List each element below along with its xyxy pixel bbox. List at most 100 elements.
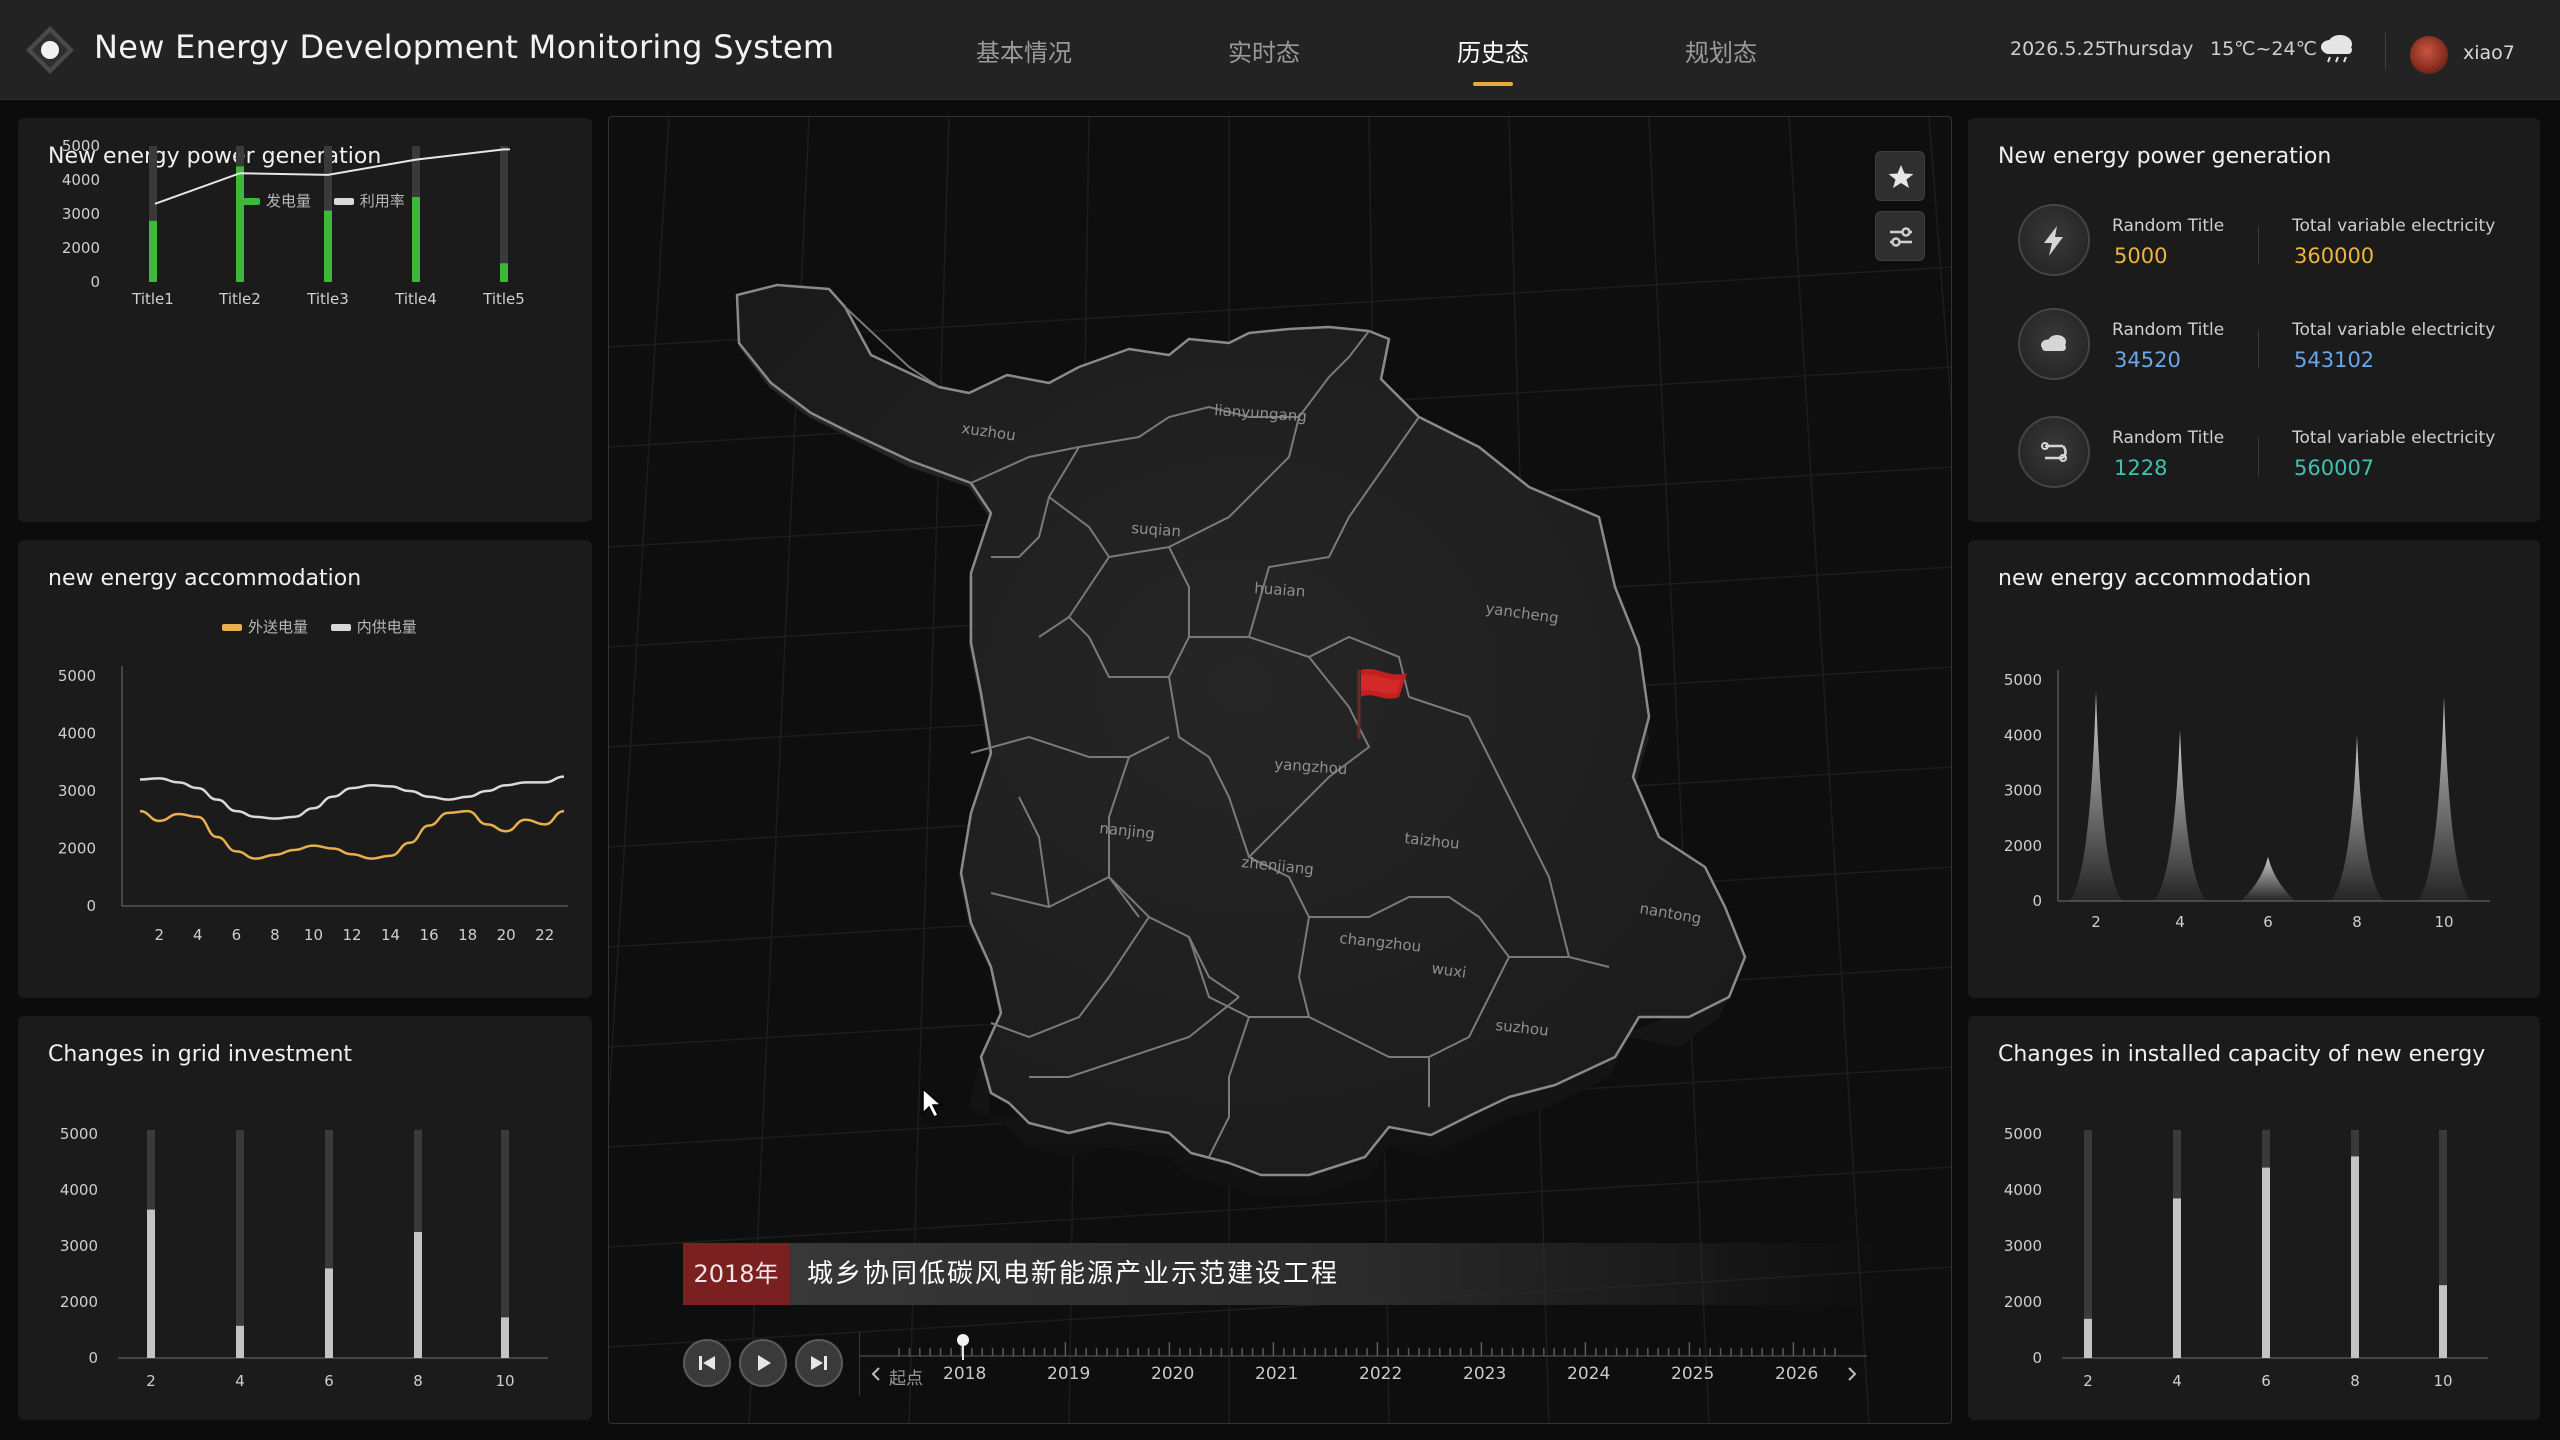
tab-basic-info[interactable]: 基本情况 <box>976 33 1072 68</box>
y-tick-label: 4000 <box>58 725 96 743</box>
series-line <box>154 148 510 205</box>
y-tick-label: 5000 <box>58 667 96 685</box>
tab-history-label: 历史态 <box>1457 39 1529 67</box>
x-tick-label: 10 <box>495 1372 514 1390</box>
x-tick-label: 2 <box>2091 913 2101 931</box>
user-avatar[interactable] <box>2410 36 2448 74</box>
stat-icon-3 <box>2018 416 2090 488</box>
active-tab-indicator <box>1473 82 1513 86</box>
stat-total-label: Total variable electricity <box>2292 320 2496 340</box>
timeline-year[interactable]: 2018 <box>943 1364 986 1384</box>
x-tick-label: 10 <box>2433 1372 2452 1390</box>
x-tick-label: 8 <box>413 1372 423 1390</box>
x-tick-label: Title2 <box>218 290 261 308</box>
y-axis: 0 2000 3000 4000 5000 <box>62 137 100 291</box>
timeline-year[interactable]: 2022 <box>1359 1364 1402 1384</box>
city-label: suqian <box>1131 519 1182 540</box>
y-tick-label: 5000 <box>60 1125 98 1143</box>
y-tick-label: 3000 <box>58 782 96 800</box>
bar <box>236 1325 244 1358</box>
stat-total-value: 543102 <box>2294 348 2375 372</box>
spike-mark <box>2069 691 2123 901</box>
timeline-year[interactable]: 2019 <box>1047 1364 1090 1384</box>
x-tick-label: 8 <box>2352 913 2362 931</box>
timeline[interactable]: 起点 2018 2019 2020 2021 2022 2023 2024 20… <box>859 1332 1867 1396</box>
timeline-year[interactable]: 2023 <box>1463 1364 1506 1384</box>
x-tick-label: 12 <box>342 926 361 944</box>
bar <box>325 1268 333 1358</box>
app-title: New Energy Development Monitoring System <box>94 28 835 66</box>
timeline-year[interactable]: 2024 <box>1567 1364 1610 1384</box>
header-divider <box>2385 33 2386 69</box>
x-tick-label: 20 <box>497 926 516 944</box>
x-tick-label: 22 <box>535 926 554 944</box>
tab-history[interactable]: 历史态 <box>1457 33 1529 86</box>
bar <box>147 1209 155 1358</box>
spike-mark <box>2330 735 2384 901</box>
y-tick-label: 0 <box>88 1349 98 1367</box>
stat-icon-1 <box>2018 204 2090 276</box>
x-tick-label: 4 <box>2175 913 2185 931</box>
panel-power-generation-right: New energy power generation Random Title… <box>1968 118 2540 522</box>
tab-realtime[interactable]: 实时态 <box>1228 33 1300 68</box>
bar-track <box>236 1130 244 1358</box>
bar <box>414 1232 422 1358</box>
panel-accommodation-right: new energy accommodation 0 2000 3000 4000 50… <box>1968 540 2540 998</box>
x-tick-label: 4 <box>235 1372 245 1390</box>
stat-divider <box>2258 226 2259 264</box>
x-tick-label: 4 <box>193 926 203 944</box>
tab-planning[interactable]: 规划态 <box>1685 33 1757 68</box>
timeline-year[interactable]: 2020 <box>1151 1364 1194 1384</box>
y-tick-label: 5000 <box>2004 1125 2042 1143</box>
stat-value: 5000 <box>2114 244 2168 268</box>
username[interactable]: xiao7 <box>2463 42 2515 64</box>
bars: Title1 Title2 Title3 Title4 Title5 <box>131 146 525 308</box>
skip-forward-button[interactable] <box>795 1339 843 1387</box>
bar <box>2262 1167 2270 1358</box>
timeline-year[interactable]: 2021 <box>1255 1364 1298 1384</box>
play-button[interactable] <box>739 1339 787 1387</box>
x-tick-label: 14 <box>381 926 400 944</box>
series-line <box>139 775 565 820</box>
accommodation-line-chart: 0 2000 3000 4000 5000 2 4 6 8 10 12 14 16 18 20 22 <box>58 666 568 944</box>
stat-total-label: Total variable electricity <box>2292 428 2496 448</box>
filter-button[interactable] <box>1875 211 1925 261</box>
y-tick-label: 3000 <box>2004 782 2042 800</box>
city-label: huaian <box>1254 579 1306 601</box>
x-tick-label: 4 <box>2172 1372 2182 1390</box>
panel-grid-investment: Changes in grid investment 0 2000 3000 4000… <box>18 1016 592 1420</box>
panel-power-generation-left: New energy power generation 发电量 利用率 0 200… <box>18 118 592 522</box>
timeline-start-label[interactable]: 起点 <box>889 1364 923 1389</box>
x-tick-label: 6 <box>324 1372 334 1390</box>
y-tick-label: 4000 <box>2004 726 2042 744</box>
stat-label: Random Title <box>2112 320 2225 340</box>
favorite-button[interactable] <box>1875 151 1925 201</box>
y-tick-label: 2000 <box>62 239 100 257</box>
bar <box>2084 1318 2092 1358</box>
bar <box>500 263 508 282</box>
y-axis: 0 2000 3000 4000 5000 <box>2004 1125 2042 1367</box>
y-axis: 0 2000 3000 4000 5000 <box>2004 671 2042 910</box>
map-canvas[interactable]: xuzhou lianyungang suqian huaian yanchen… <box>609 117 1952 1424</box>
banner-project-title: 城乡协同低碳风电新能源产业示范建设工程 <box>807 1259 1340 1289</box>
timeline-year[interactable]: 2026 <box>1775 1364 1818 1384</box>
bar <box>501 1317 509 1358</box>
x-tick-label: 6 <box>232 926 242 944</box>
transfer-icon <box>2041 442 2067 462</box>
accommodation-spike-chart: 0 2000 3000 4000 5000 2 4 6 8 10 <box>2004 670 2490 931</box>
skip-back-icon <box>699 1356 715 1370</box>
x-tick-label: 10 <box>2434 913 2453 931</box>
y-tick-label: 0 <box>86 897 96 915</box>
y-tick-label: 2000 <box>58 840 96 858</box>
bar <box>412 197 420 282</box>
y-tick-label: 0 <box>2032 1349 2042 1367</box>
skip-back-button[interactable] <box>683 1339 731 1387</box>
power-generation-chart: 02000300040005000 Title1 Title2 Title3 Title… <box>62 137 525 308</box>
timeline-year[interactable]: 2025 <box>1671 1364 1714 1384</box>
series-line <box>139 809 565 860</box>
map-panel[interactable]: xuzhou lianyungang suqian huaian yanchen… <box>608 116 1952 1424</box>
y-axis: 0 2000 3000 4000 5000 <box>60 1125 98 1367</box>
x-tick-label: 6 <box>2263 913 2273 931</box>
stat-label: Random Title <box>2112 216 2225 236</box>
bars: 2 4 6 8 10 <box>146 1130 515 1390</box>
